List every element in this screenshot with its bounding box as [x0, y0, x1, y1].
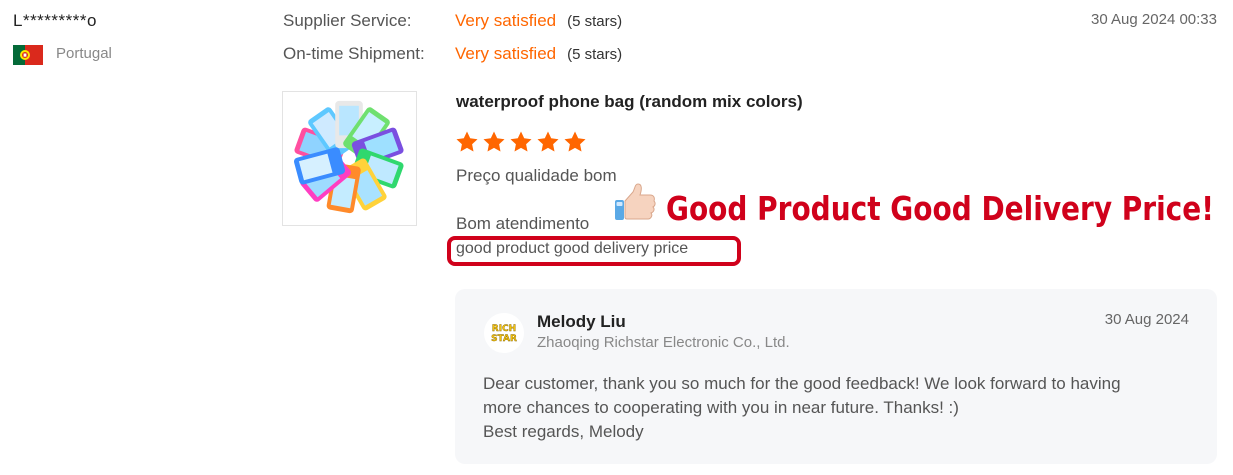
review-text-line: Bom atendimento [456, 214, 590, 233]
review-star-rating [455, 130, 587, 154]
rating-stars-text: (5 stars) [567, 46, 623, 63]
rating-stars-text: (5 stars) [567, 13, 623, 30]
portugal-flag-icon [13, 45, 43, 65]
star-icon [483, 131, 505, 152]
rating-row-on-time-shipment: On-time Shipment: Very satisfied (5 star… [283, 44, 622, 68]
review-text-line: good product good delivery price [456, 240, 689, 257]
supplier-reply-name: Melody Liu [537, 312, 626, 331]
avatar-text: STAR [491, 334, 517, 344]
promo-banner-text: Good Product Good Delivery Price! [666, 189, 1214, 228]
review-text-line: Preço qualidade bom [456, 166, 617, 185]
rating-value: Very satisfied [455, 11, 557, 30]
avatar-text: RICH [492, 324, 516, 334]
thumbs-up-icon [615, 183, 656, 220]
rating-value: Very satisfied [455, 44, 557, 63]
promo-banner: Good Product Good Delivery Price! [664, 187, 1217, 231]
rating-label: On-time Shipment: [283, 44, 425, 63]
reviewer-country: Portugal [56, 45, 112, 62]
product-thumbnail[interactable] [282, 91, 417, 226]
star-icon [510, 131, 532, 152]
supplier-reply-date: 30 Aug 2024 [1104, 311, 1189, 328]
star-icon [456, 131, 478, 152]
supplier-company-name[interactable]: Zhaoqing Richstar Electronic Co., Ltd. [537, 334, 790, 351]
rating-label: Supplier Service: [283, 11, 412, 30]
reply-text-line: Best regards, Melody [483, 422, 644, 441]
reply-text-line: more chances to cooperating with you in … [483, 398, 959, 417]
review-date: 30 Aug 2024 00:33 [1091, 11, 1217, 28]
rating-row-supplier-service: Supplier Service: Very satisfied (5 star… [283, 11, 622, 35]
reviewer-name: L*********o [13, 11, 97, 30]
product-title[interactable]: waterproof phone bag (random mix colors) [456, 92, 803, 112]
star-icon [564, 131, 586, 152]
supplier-reply-text: Dear customer, thank you so much for the… [483, 372, 1203, 444]
star-icon [537, 131, 559, 152]
supplier-avatar[interactable]: RICH STAR [484, 313, 524, 353]
reply-text-line: Dear customer, thank you so much for the… [483, 374, 1121, 393]
